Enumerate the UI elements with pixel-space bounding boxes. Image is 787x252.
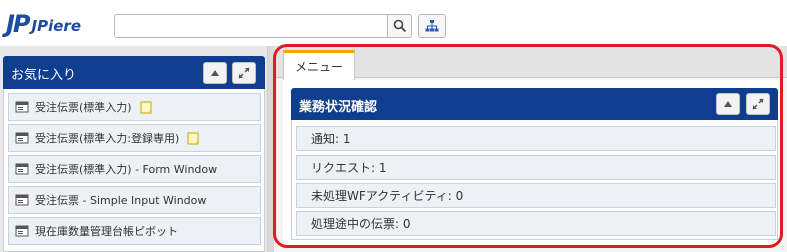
favorite-item[interactable]: 受注伝票(標準入力) [8,93,261,121]
favorite-item[interactable]: 受注伝票 - Simple Input Window [8,186,261,214]
favorites-collapse-button[interactable] [203,62,227,84]
sitemap-icon [425,20,439,32]
jpiere-logo[interactable]: JP JPiere [6,9,81,39]
window-icon [15,101,29,113]
favorites-titlebar: お気に入り [3,56,265,89]
workflow-activity-label: 未処理WFアクティビティ: 0 [311,189,464,203]
expand-icon [752,98,764,110]
window-icon [15,163,29,175]
window-icon [15,194,29,206]
notice-row[interactable]: 通知: 1 [296,126,776,151]
app-header: JP JPiere [0,0,787,46]
favorites-list: 受注伝票(標準入力) 受注伝票(標準入力:登録専用) 受注伝票(標準入力) - … [3,89,265,252]
logo-mark: JP [6,10,30,38]
activities-maximize-button[interactable] [746,93,770,115]
logo-text: JPiere [31,16,81,35]
request-label: リクエスト: 1 [311,161,387,175]
favorites-title: お気に入り [11,68,77,83]
activities-titlebar: 業務状況確認 [291,88,778,120]
chevron-up-icon [724,101,732,107]
activities-collapse-button[interactable] [716,93,740,115]
search-icon [393,19,406,33]
tab-menu-label: メニュー [294,60,343,74]
unprocessed-documents-label: 処理途中の伝票: 0 [311,217,411,231]
tab-menu[interactable]: メニュー [283,50,355,80]
activities-title: 業務状況確認 [299,100,378,115]
menu-tree-button[interactable] [418,14,446,38]
expand-icon [238,67,250,79]
window-icon [15,225,29,237]
search-button[interactable] [388,14,412,38]
favorites-panel: お気に入り 受注伝票(標準入力) 受注伝票(標準入力:登録専用) 受注伝票(標準… [0,46,268,252]
sticky-note-icon[interactable] [187,132,199,145]
favorite-item-label: 受注伝票(標準入力) [35,101,132,114]
sticky-note-icon[interactable] [140,101,152,114]
menu-search-input[interactable] [114,14,388,38]
favorite-item[interactable]: 受注伝票(標準入力:登録専用) [8,124,261,152]
request-row[interactable]: リクエスト: 1 [296,155,776,180]
favorites-maximize-button[interactable] [232,62,256,84]
favorite-item-label: 受注伝票 - Simple Input Window [35,194,207,207]
workflow-activity-row[interactable]: 未処理WFアクティビティ: 0 [296,183,776,208]
favorite-item-label: 受注伝票(標準入力:登録専用) [35,132,180,145]
favorite-item[interactable]: 現在庫数量管理台帳ピボット [8,217,261,245]
chevron-up-icon [211,70,219,76]
notice-label: 通知: 1 [311,132,351,146]
favorite-item-label: 現在庫数量管理台帳ピボット [35,225,178,238]
favorite-item[interactable]: 受注伝票(標準入力) - Form Window [8,155,261,183]
window-icon [15,132,29,144]
unprocessed-documents-row[interactable]: 処理途中の伝票: 0 [296,211,776,236]
favorite-item-label: 受注伝票(標準入力) - Form Window [35,163,218,176]
